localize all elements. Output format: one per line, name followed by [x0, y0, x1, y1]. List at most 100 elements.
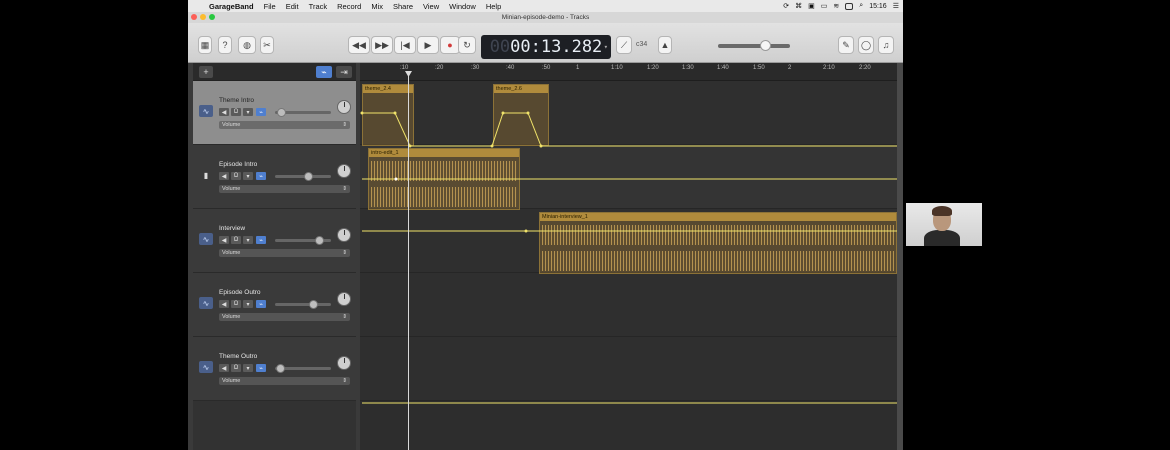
metronome-button[interactable]: ▲: [658, 36, 672, 54]
tracks-timeline[interactable]: :10 :20 :30 :40 :50 1 1:10 1:20 1:30 1:4…: [360, 63, 897, 450]
catch-button[interactable]: ⇥: [336, 66, 352, 78]
track-header-episode-outro[interactable]: ∿ Episode Outro ◀ Ω ▾ ⌁ Volume ⇕: [193, 273, 356, 337]
track-volume-knob[interactable]: [308, 300, 318, 309]
loop-browser-button[interactable]: ◯: [858, 36, 874, 54]
menu-file[interactable]: File: [259, 2, 281, 11]
mute-button[interactable]: ◀: [219, 108, 229, 116]
lcd-display[interactable]: 00 00:13.282 ▾: [481, 35, 611, 59]
automation-button[interactable]: ⌁: [256, 364, 266, 372]
solo-button[interactable]: Ω: [231, 236, 241, 244]
go-to-beginning-button[interactable]: |◀: [394, 36, 416, 54]
app-menu[interactable]: GarageBand: [204, 2, 259, 11]
master-volume-knob[interactable]: [760, 40, 771, 51]
menu-track[interactable]: Track: [304, 2, 332, 11]
close-window-icon[interactable]: [191, 14, 197, 20]
automation-parameter-select[interactable]: Volume ⇕: [219, 313, 350, 321]
pan-knob[interactable]: [337, 228, 351, 242]
automation-button[interactable]: ⌁: [256, 108, 266, 116]
automation-curves[interactable]: [360, 63, 897, 450]
add-track-button[interactable]: +: [199, 66, 213, 78]
rewind-button[interactable]: ◀◀: [348, 36, 370, 54]
mute-button[interactable]: ◀: [219, 172, 229, 180]
pan-knob[interactable]: [337, 164, 351, 178]
automation-button[interactable]: ⌁: [256, 236, 266, 244]
solo-button[interactable]: Ω: [231, 172, 241, 180]
track-volume-knob[interactable]: [304, 172, 314, 181]
automation-button[interactable]: ⌁: [256, 300, 266, 308]
battery-icon[interactable]: [845, 2, 854, 10]
input-monitor-button[interactable]: ▾: [243, 300, 253, 308]
notepad-button[interactable]: ✎: [838, 36, 854, 54]
extension-icon[interactable]: ⌘: [795, 2, 802, 10]
track-name[interactable]: Episode Outro: [219, 289, 261, 296]
airplay-icon[interactable]: ▭: [821, 2, 828, 10]
automation-line-theme-intro[interactable]: [362, 112, 897, 147]
zoom-window-icon[interactable]: [209, 14, 215, 20]
pan-knob[interactable]: [337, 100, 351, 114]
track-volume-slider[interactable]: [275, 172, 331, 181]
track-volume-slider[interactable]: [275, 364, 331, 373]
cycle-button[interactable]: ↻: [458, 36, 476, 54]
master-volume-slider[interactable]: [718, 40, 790, 51]
menu-list-icon[interactable]: ☰: [893, 2, 899, 10]
automation-parameter-select[interactable]: Volume ⇕: [219, 185, 350, 193]
solo-button[interactable]: Ω: [231, 364, 241, 372]
pan-knob[interactable]: [337, 292, 351, 306]
editors-button[interactable]: ✂: [260, 36, 274, 54]
fast-forward-button[interactable]: ▶▶: [371, 36, 393, 54]
help-button[interactable]: ?: [218, 36, 232, 54]
wifi-icon[interactable]: ≋: [833, 2, 839, 10]
menu-share[interactable]: Share: [388, 2, 418, 11]
track-name[interactable]: Interview: [219, 225, 245, 232]
media-browser-button[interactable]: ♫: [878, 36, 894, 54]
track-header-interview[interactable]: ∿ Interview ◀ Ω ▾ ⌁ Volume ⇕: [193, 209, 356, 273]
library-button[interactable]: ▦: [198, 36, 212, 54]
track-volume-slider[interactable]: [275, 300, 331, 309]
mute-button[interactable]: ◀: [219, 236, 229, 244]
menu-help[interactable]: Help: [481, 2, 506, 11]
clock[interactable]: 15:16: [869, 3, 887, 10]
automation-point[interactable]: [394, 177, 398, 181]
track-name[interactable]: Episode Intro: [219, 161, 257, 168]
play-button[interactable]: ▶: [417, 36, 439, 54]
record-button[interactable]: ●: [440, 36, 460, 54]
track-header-theme-outro[interactable]: ∿ Theme Outro ◀ Ω ▾ ⌁ Volume ⇕: [193, 337, 356, 401]
track-name[interactable]: Theme Intro: [219, 97, 254, 104]
automation-point[interactable]: [360, 111, 364, 115]
automation-point[interactable]: [526, 111, 530, 115]
pan-knob[interactable]: [337, 356, 351, 370]
sync-icon[interactable]: ⟳: [783, 2, 789, 10]
solo-button[interactable]: Ω: [231, 300, 241, 308]
tuner-button[interactable]: ⟋: [616, 36, 632, 54]
mute-button[interactable]: ◀: [219, 300, 229, 308]
automation-parameter-select[interactable]: Volume ⇕: [219, 121, 350, 129]
minimize-window-icon[interactable]: [200, 14, 206, 20]
track-volume-knob[interactable]: [277, 108, 287, 117]
menu-view[interactable]: View: [418, 2, 444, 11]
automation-toggle-button[interactable]: ⌁: [316, 66, 332, 78]
search-icon[interactable]: ⌕: [859, 2, 863, 10]
track-header-episode-intro[interactable]: ▮ Episode Intro ◀ Ω ▾ ⌁ Volume ⇕: [193, 145, 356, 209]
track-volume-knob[interactable]: [314, 236, 324, 245]
track-volume-knob[interactable]: [275, 364, 285, 373]
input-monitor-button[interactable]: ▾: [243, 364, 253, 372]
input-monitor-button[interactable]: ▾: [243, 236, 253, 244]
lock-icon[interactable]: ▣: [808, 2, 815, 10]
menu-window[interactable]: Window: [444, 2, 481, 11]
automation-point[interactable]: [393, 111, 397, 115]
automation-point[interactable]: [524, 229, 528, 233]
count-in-display[interactable]: c34: [636, 41, 647, 48]
automation-parameter-select[interactable]: Volume ⇕: [219, 249, 350, 257]
menu-edit[interactable]: Edit: [281, 2, 304, 11]
automation-point[interactable]: [490, 144, 494, 148]
menu-mix[interactable]: Mix: [366, 2, 388, 11]
playhead[interactable]: [408, 73, 409, 450]
automation-button[interactable]: ⌁: [256, 172, 266, 180]
automation-point[interactable]: [501, 111, 505, 115]
track-volume-slider[interactable]: [275, 236, 331, 245]
solo-button[interactable]: Ω: [231, 108, 241, 116]
menu-record[interactable]: Record: [332, 2, 366, 11]
smart-controls-button[interactable]: ◍: [238, 36, 256, 54]
track-header-theme-intro[interactable]: ∿ Theme Intro ◀ Ω ▾ ⌁ Volume ⇕: [193, 81, 356, 145]
track-name[interactable]: Theme Outro: [219, 353, 257, 360]
